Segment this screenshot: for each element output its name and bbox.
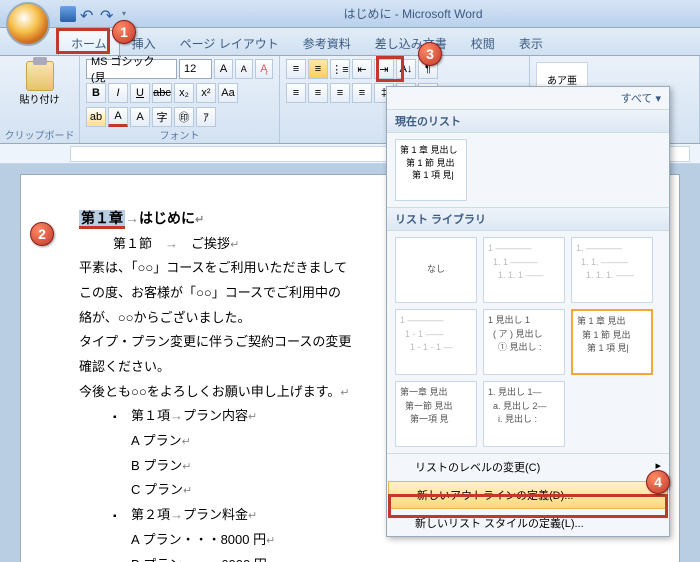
menu-change-level[interactable]: リストのレベルの変更(C)▸ <box>387 454 669 480</box>
office-button[interactable] <box>6 2 50 46</box>
list-item[interactable]: 1. 見出し 1―a. 見出し 2―i. 見出し : <box>483 381 565 447</box>
multilevel-list-panel: すべて ▾ 現在のリスト 第 1 章 見出し 第 1 節 見出 第 1 項 見|… <box>386 86 670 537</box>
align-left-icon[interactable]: ≡ <box>286 83 306 103</box>
annotation-badge-2: 2 <box>30 222 54 246</box>
list-library-grid: なし 1 ――――1. 1 ―――1. 1. 1 ―― 1. ――――1. 1.… <box>387 231 669 453</box>
highlight-icon[interactable]: ab <box>86 107 106 127</box>
superscript-icon[interactable]: x² <box>196 83 216 103</box>
font-size-combo[interactable]: 12 <box>179 59 212 79</box>
grow-font-icon[interactable]: A <box>214 59 232 79</box>
current-list-sample[interactable]: 第 1 章 見出し 第 1 節 見出 第 1 項 見| <box>395 139 467 201</box>
list-item-none[interactable]: なし <box>395 237 477 303</box>
chapter-number: 第１章 <box>79 210 125 229</box>
paste-label: 貼り付け <box>20 91 60 106</box>
decrease-indent-icon[interactable]: ⇤ <box>352 59 372 79</box>
tab-review[interactable]: 校閲 <box>459 31 507 55</box>
price-line: B プラン・・・6000 円↵ <box>79 553 649 562</box>
clipboard-group-label: クリップボード <box>0 126 79 143</box>
list-item[interactable]: 第一章 見出第一節 見出第一項 見 <box>395 381 477 447</box>
sort-icon[interactable]: A↓ <box>396 59 416 79</box>
current-list-header: 現在のリスト <box>387 109 669 133</box>
menu-define-outline[interactable]: 新しいアウトラインの定義(D)... <box>388 481 668 509</box>
tab-layout[interactable]: ページ レイアウト <box>168 31 291 55</box>
strike-icon[interactable]: abc <box>152 83 172 103</box>
annotation-badge-3: 3 <box>418 42 442 66</box>
paste-icon <box>26 61 54 91</box>
font-color-icon[interactable]: A <box>108 107 128 127</box>
bold-icon[interactable]: B <box>86 83 106 103</box>
align-right-icon[interactable]: ≡ <box>330 83 350 103</box>
redo-icon[interactable]: ↷ <box>100 6 116 22</box>
underline-icon[interactable]: U <box>130 83 150 103</box>
group-font: MS ゴシック (見 12 A A Ą B I U abc x₂ x² Aa a… <box>80 56 280 143</box>
annotation-badge-1: 1 <box>112 20 136 44</box>
list-library-header: リスト ライブラリ <box>387 207 669 231</box>
font-group-label: フォント <box>80 126 279 143</box>
quick-access-toolbar: ↶ ↷ ▾ <box>60 6 126 22</box>
italic-icon[interactable]: I <box>108 83 128 103</box>
text-effects-icon[interactable]: Aa <box>218 83 238 103</box>
clear-format-icon[interactable]: Ą <box>255 59 273 79</box>
increase-indent-icon[interactable]: ⇥ <box>374 59 394 79</box>
tab-home[interactable]: ホーム <box>58 30 120 55</box>
tab-references[interactable]: 参考資料 <box>291 31 363 55</box>
list-item[interactable]: 1. ――――1. 1. ―――1. 1. 1. ―― <box>571 237 653 303</box>
shrink-font-icon[interactable]: A <box>235 59 253 79</box>
list-item[interactable]: 1 見出し 1( ア ) 見出し① 見出し : <box>483 309 565 375</box>
list-menu: リストのレベルの変更(C)▸ 新しいアウトラインの定義(D)... 新しいリスト… <box>387 453 669 536</box>
tab-view[interactable]: 表示 <box>507 31 555 55</box>
list-filter[interactable]: すべて ▾ <box>387 87 669 109</box>
list-item[interactable]: 1 ――――1 - 1 ――1 - 1 - 1 ― <box>395 309 477 375</box>
subscript-icon[interactable]: x₂ <box>174 83 194 103</box>
undo-icon[interactable]: ↶ <box>80 6 96 22</box>
char-border-icon[interactable]: A <box>130 107 150 127</box>
justify-icon[interactable]: ≡ <box>352 83 372 103</box>
ribbon-tabs: ホーム 挿入 ページ レイアウト 参考資料 差し込み文書 校閲 表示 <box>0 28 700 56</box>
window-title: はじめに - Microsoft Word <box>126 5 700 22</box>
paste-button[interactable]: 貼り付け <box>20 58 60 108</box>
title-bar: ↶ ↷ ▾ はじめに - Microsoft Word <box>0 0 700 28</box>
multilevel-list-icon[interactable]: ⋮≡ <box>330 59 350 79</box>
save-icon[interactable] <box>60 6 76 22</box>
menu-define-style[interactable]: 新しいリスト スタイルの定義(L)... <box>387 510 669 536</box>
enclose-icon[interactable]: ㊞ <box>174 107 194 127</box>
tab-mailings[interactable]: 差し込み文書 <box>363 31 459 55</box>
phonetic-icon[interactable]: ｱ <box>196 107 216 127</box>
list-item[interactable]: 1 ――――1. 1 ―――1. 1. 1 ―― <box>483 237 565 303</box>
bullets-icon[interactable]: ≡ <box>286 59 306 79</box>
font-name-combo[interactable]: MS ゴシック (見 <box>86 59 177 79</box>
numbering-icon[interactable]: ≡ <box>308 59 328 79</box>
list-item-selected[interactable]: 第 1 章 見出第 1 節 見出第 1 項 見| <box>571 309 653 375</box>
align-center-icon[interactable]: ≡ <box>308 83 328 103</box>
group-clipboard: 貼り付け クリップボード <box>0 56 80 143</box>
annotation-badge-4: 4 <box>646 470 670 494</box>
char-shading-icon[interactable]: 字 <box>152 107 172 127</box>
